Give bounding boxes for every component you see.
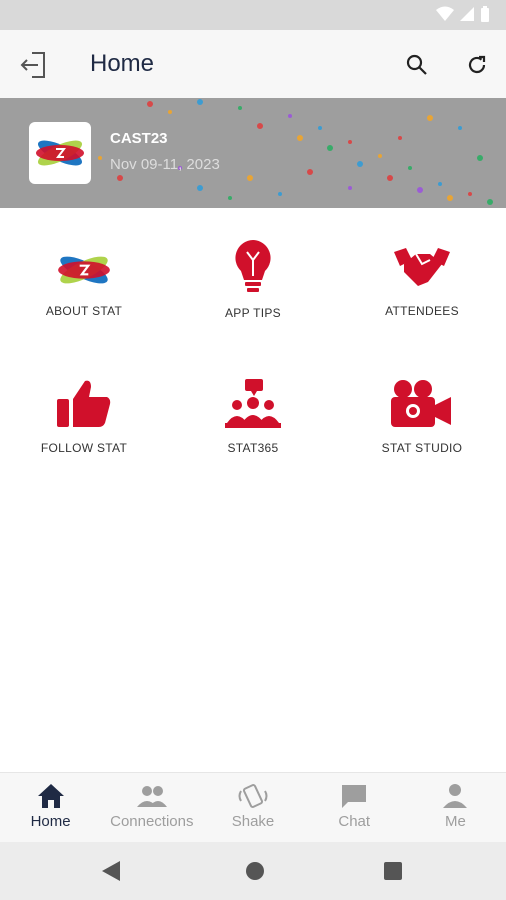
- nav-item-shake[interactable]: Shake: [202, 773, 303, 842]
- tile-app-tips[interactable]: APP TIPS: [169, 208, 337, 320]
- search-button[interactable]: [402, 50, 432, 80]
- tile-attendees[interactable]: ATTENDEES: [338, 208, 506, 318]
- battery-icon: [481, 6, 489, 22]
- handshake-icon: [394, 248, 450, 286]
- search-icon: [406, 54, 427, 75]
- tile-label: STAT STUDIO: [381, 441, 463, 455]
- shake-icon: [238, 784, 268, 808]
- exit-icon: [20, 52, 45, 78]
- home-icon: [37, 784, 64, 808]
- status-bar: [0, 0, 506, 30]
- tile-label: ABOUT STAT: [45, 304, 123, 318]
- nav-item-chat[interactable]: Chat: [304, 773, 405, 842]
- nav-label: Chat: [338, 813, 371, 830]
- nav-label: Shake: [231, 813, 275, 830]
- stat-logo-icon: [36, 140, 84, 166]
- group-presentation-icon: [225, 379, 281, 428]
- video-camera-icon: [391, 380, 451, 427]
- person-icon: [443, 784, 468, 808]
- tile-stat-studio[interactable]: STAT STUDIO: [338, 345, 506, 455]
- nav-label: Me: [444, 813, 466, 830]
- refresh-icon: [468, 55, 486, 74]
- stat-logo-icon: [58, 256, 110, 284]
- nav-item-connections[interactable]: Connections: [101, 773, 202, 842]
- event-banner[interactable]: CAST23 Nov 09-11, 2023: [0, 98, 506, 208]
- exit-button[interactable]: [16, 48, 52, 82]
- nav-label: Connections: [110, 813, 194, 830]
- event-name: CAST23: [110, 130, 168, 147]
- nav-item-me[interactable]: Me: [405, 773, 506, 842]
- tile-label: STAT365: [227, 441, 279, 455]
- tile-follow-stat[interactable]: FOLLOW STAT: [0, 345, 168, 455]
- tile-stat365[interactable]: STAT365: [169, 345, 337, 455]
- nav-item-home[interactable]: Home: [0, 773, 101, 842]
- app-bar: Home: [0, 30, 506, 98]
- home-circle-icon[interactable]: [245, 861, 265, 881]
- event-logo: [29, 122, 91, 184]
- signal-icon: [460, 7, 474, 21]
- tile-about-stat[interactable]: ABOUT STAT: [0, 208, 168, 318]
- status-icons: [436, 6, 490, 22]
- nav-label: Home: [30, 813, 71, 830]
- tile-label: FOLLOW STAT: [40, 441, 128, 455]
- system-navigation-bar: [0, 842, 506, 900]
- chat-icon: [342, 785, 367, 808]
- tile-label: APP TIPS: [225, 306, 281, 320]
- page-title: Home: [90, 50, 155, 77]
- back-icon[interactable]: [100, 859, 122, 883]
- lightbulb-icon: [235, 240, 271, 292]
- wifi-icon: [436, 6, 454, 21]
- recent-apps-icon[interactable]: [384, 862, 402, 880]
- tile-label: ATTENDEES: [385, 304, 459, 318]
- bottom-navigation: Home Connections Shake Chat Me: [0, 772, 506, 842]
- people-icon: [136, 786, 167, 807]
- refresh-button[interactable]: [462, 50, 492, 80]
- thumbs-up-icon: [57, 380, 111, 427]
- event-dates: Nov 09-11, 2023: [110, 156, 220, 173]
